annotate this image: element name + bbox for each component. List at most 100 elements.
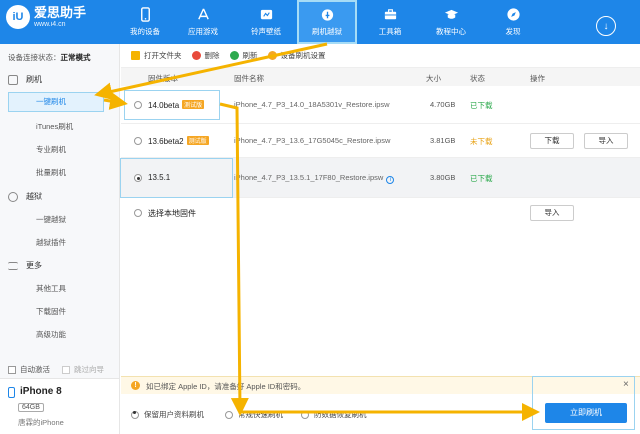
firmware-row-selected[interactable]: 13.5.1 iPhone_4.7_P3_13.5.1_17F80_Restor… xyxy=(121,158,640,198)
firmware-size: 3.80GB xyxy=(430,173,456,182)
col-size: 大小 xyxy=(426,74,441,83)
sidebar-group-flash[interactable]: 刷机 xyxy=(8,74,42,85)
phone-outline-icon xyxy=(8,74,18,85)
sidebar-item-pro-flash[interactable]: 专业刷机 xyxy=(36,144,66,155)
delete-button[interactable]: 删除 xyxy=(191,50,220,61)
nav-label: 我的设备 xyxy=(130,27,160,36)
toolbar: 打开文件夹 删除 刷新 设备刷机设置 xyxy=(121,44,640,68)
sidebar-item-download-firmware[interactable]: 下载固件 xyxy=(36,306,66,317)
import-local-button[interactable]: 导入 xyxy=(530,205,574,221)
option-anti-recovery[interactable]: 防数据恢复刷机 xyxy=(301,409,367,420)
firmware-version: 14.0beta xyxy=(148,101,180,110)
flash-settings-button[interactable]: 设备刷机设置 xyxy=(267,50,326,61)
phone-icon xyxy=(140,7,150,22)
col-status: 状态 xyxy=(470,74,485,83)
firmware-row[interactable]: 14.0beta 测试版 iPhone_4.7_P3_14.0_18A5301v_… xyxy=(121,86,640,124)
firmware-name: iPhone_4.7_P3_14.0_18A5301v_Restore.ipsw xyxy=(234,100,390,109)
nav-label: 教程中心 xyxy=(436,27,466,36)
nav-label: 应用游戏 xyxy=(188,27,218,36)
logo-mark: iU xyxy=(6,5,30,29)
app-store-icon xyxy=(197,8,209,20)
app-url: www.i4.cn xyxy=(34,20,66,28)
sidebar-item-other-tools[interactable]: 其他工具 xyxy=(36,283,66,294)
connection-status: 设备连接状态：正常模式 xyxy=(8,53,91,62)
sidebar-item-one-click-flash[interactable]: 一键刷机 xyxy=(8,92,104,112)
refresh-icon xyxy=(229,51,239,60)
open-folder-button[interactable]: 打开文件夹 xyxy=(131,50,182,61)
firmware-radio-selected[interactable] xyxy=(134,174,142,182)
sidebar-group-more[interactable]: 更多 xyxy=(8,260,42,271)
firmware-status: 未下载 xyxy=(470,137,493,146)
firmware-name: iPhone_4.7_P3_13.6_17G5045c_Restore.ipsw xyxy=(234,136,391,145)
firmware-size: 3.81GB xyxy=(430,136,456,145)
beta-badge: 测试版 xyxy=(186,136,209,145)
device-owner: 唐霖的iPhone xyxy=(18,418,64,427)
auto-activate-label: 自动激活 xyxy=(20,365,50,374)
graduation-cap-icon xyxy=(444,9,458,19)
import-button[interactable]: 导入 xyxy=(584,133,628,149)
firmware-row[interactable]: 13.6beta2 测试版 iPhone_4.7_P3_13.6_17G5045c… xyxy=(121,124,640,158)
sidebar-item-one-click-jailbreak[interactable]: 一键越狱 xyxy=(36,214,66,225)
connection-status-value: 正常模式 xyxy=(60,53,91,62)
folder-icon xyxy=(131,51,140,60)
toolbox-icon xyxy=(384,9,396,20)
nav-flash-jailbreak[interactable]: 刷机越狱 xyxy=(297,0,357,44)
notice-text: 如已绑定 Apple ID，请准备好 Apple ID和密码。 xyxy=(146,382,306,391)
firmware-radio[interactable] xyxy=(134,137,142,145)
radio-anti-recovery[interactable] xyxy=(301,410,309,419)
col-version: 固件版本 xyxy=(148,74,178,83)
sidebar-item-itunes-flash[interactable]: iTunes刷机 xyxy=(36,121,73,132)
sidebar-item-advanced[interactable]: 高级功能 xyxy=(36,329,66,340)
radio-normal-quick[interactable] xyxy=(225,410,233,419)
nav-label: 刷机越狱 xyxy=(312,27,342,36)
nav-discover[interactable]: 发现 xyxy=(484,0,542,44)
nav-label: 工具箱 xyxy=(378,27,402,36)
gear-icon xyxy=(267,51,277,60)
nav-label: 铃声壁纸 xyxy=(251,27,281,36)
top-bar: iU 爱思助手 www.i4.cn 我的设备 应用游戏 铃声壁纸 刷机越狱 工具… xyxy=(0,0,640,44)
col-name: 固件名称 xyxy=(234,74,264,83)
app-title: 爱思助手 xyxy=(34,4,87,20)
sidebar-item-jailbreak-plugins[interactable]: 越狱插件 xyxy=(36,237,66,248)
sidebar-group-jailbreak[interactable]: 越狱 xyxy=(8,191,42,202)
col-action: 操作 xyxy=(530,74,545,83)
download-button[interactable]: 下载 xyxy=(530,133,574,149)
local-firmware-radio[interactable] xyxy=(134,209,142,217)
device-capacity: 64GB xyxy=(18,403,44,412)
firmware-status: 已下载 xyxy=(470,174,493,183)
download-manager-icon[interactable]: ↓ xyxy=(596,16,616,36)
sidebar-item-batch-flash[interactable]: 批量刷机 xyxy=(36,167,66,178)
auto-activate-checkbox[interactable] xyxy=(8,365,16,374)
flash-now-button[interactable]: 立即刷机 xyxy=(545,403,627,423)
refresh-button[interactable]: 刷新 xyxy=(229,50,258,61)
skip-guide-checkbox[interactable] xyxy=(62,365,70,374)
radio-keep-data[interactable] xyxy=(131,410,139,419)
firmware-name: iPhone_4.7_P3_13.5.1_17F80_Restore.ipsw xyxy=(234,173,384,182)
firmware-table-header: 固件版本 固件名称 大小 状态 操作 xyxy=(121,68,640,86)
warning-icon: ! xyxy=(131,381,140,390)
device-card[interactable]: iPhone 8 64GB 唐霖的iPhone xyxy=(0,378,119,434)
skip-guide-label: 跳过向导 xyxy=(74,365,104,374)
nav-my-device[interactable]: 我的设备 xyxy=(116,0,174,44)
nav-apps-games[interactable]: 应用游戏 xyxy=(174,0,232,44)
nav-ringtones-wallpapers[interactable]: 铃声壁纸 xyxy=(237,0,295,44)
nav-toolbox[interactable]: 工具箱 xyxy=(361,0,419,44)
firmware-version: 13.6beta2 xyxy=(148,137,184,146)
device-name: iPhone 8 xyxy=(20,386,62,397)
firmware-radio[interactable] xyxy=(134,101,142,109)
local-firmware-row[interactable]: 选择本地固件 导入 xyxy=(121,198,640,228)
nav-tutorial-center[interactable]: 教程中心 xyxy=(422,0,480,44)
wallpaper-icon xyxy=(260,9,272,20)
jailbreak-icon xyxy=(8,191,18,202)
menu-icon xyxy=(8,261,18,270)
iphone-icon xyxy=(8,387,15,398)
firmware-version: 13.5.1 xyxy=(148,173,171,182)
compass-icon xyxy=(506,8,520,21)
option-normal-quick[interactable]: 常规快速刷机 xyxy=(225,409,283,420)
auto-activate-row: 自动激活 跳过向导 xyxy=(8,364,104,375)
apple-id-notice: ! 如已绑定 Apple ID，请准备好 Apple ID和密码。 × xyxy=(121,376,640,394)
info-icon[interactable]: i xyxy=(386,176,395,184)
option-keep-data[interactable]: 保留用户资料刷机 xyxy=(131,409,204,420)
close-icon[interactable]: × xyxy=(623,379,629,390)
delete-icon xyxy=(191,51,201,60)
